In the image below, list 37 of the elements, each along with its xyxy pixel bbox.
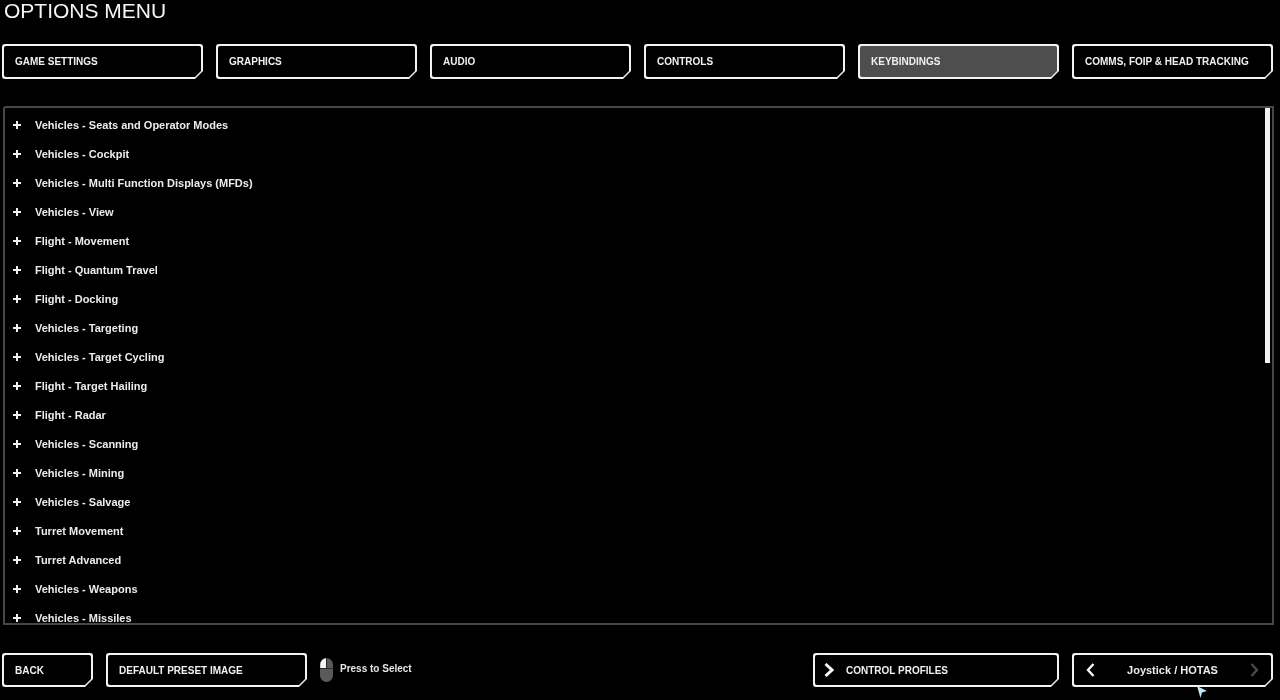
chevron-left-icon [1086, 663, 1095, 677]
tab[interactable]: COMMS, FOIP & HEAD TRACKING [1072, 44, 1273, 79]
device-selector-value: Joystick / HOTAS [1127, 662, 1218, 678]
tab[interactable]: GRAPHICS [216, 44, 417, 79]
chevron-right-icon [824, 663, 834, 677]
category-item[interactable]: Flight - Quantum Travel [5, 264, 158, 276]
category-item[interactable]: Vehicles - Scanning [5, 438, 139, 450]
previous-device-button[interactable] [1086, 663, 1095, 677]
hint-text: Press to Select [340, 661, 412, 676]
category-item[interactable]: Turret Movement [5, 525, 124, 537]
category-item[interactable]: Vehicles - Target Cycling [5, 351, 165, 363]
category-item[interactable]: Flight - Radar [5, 409, 106, 421]
scrollbar-thumb[interactable] [1265, 108, 1270, 363]
page-title: OPTIONS MENU [4, 0, 167, 23]
back-button[interactable]: BACK [2, 653, 93, 687]
tab[interactable]: GAME SETTINGS [2, 44, 203, 79]
chevron-right-icon [1250, 663, 1259, 677]
category-item[interactable]: Vehicles - Mining [5, 467, 125, 479]
category-item[interactable]: Vehicles - View [5, 206, 114, 218]
category-item[interactable]: Vehicles - Seats and Operator Modes [5, 119, 229, 131]
category-item[interactable]: Flight - Movement [5, 235, 130, 247]
category-item[interactable]: Flight - Docking [5, 293, 119, 305]
category-item[interactable]: Vehicles - Missiles [5, 612, 132, 623]
tab[interactable]: CONTROLS [644, 44, 845, 79]
category-item[interactable]: Vehicles - Salvage [5, 496, 131, 508]
tab[interactable]: AUDIO [430, 44, 631, 79]
category-item[interactable]: Vehicles - Cockpit [5, 148, 130, 160]
mouse-icon [320, 658, 333, 682]
default-preset-button[interactable]: DEFAULT PRESET IMAGE [106, 653, 307, 687]
mouse-cursor-icon [1197, 686, 1207, 698]
category-item[interactable]: Vehicles - Multi Function Displays (MFDs) [5, 177, 253, 189]
category-item[interactable]: Flight - Target Hailing [5, 380, 148, 392]
tab[interactable]: KEYBINDINGS [858, 44, 1059, 79]
category-item[interactable]: Vehicles - Weapons [5, 583, 138, 595]
category-item[interactable]: Vehicles - Targeting [5, 322, 139, 334]
control-profiles-button[interactable]: CONTROL PROFILES [813, 653, 1059, 687]
category-item[interactable]: Turret Advanced [5, 554, 122, 566]
